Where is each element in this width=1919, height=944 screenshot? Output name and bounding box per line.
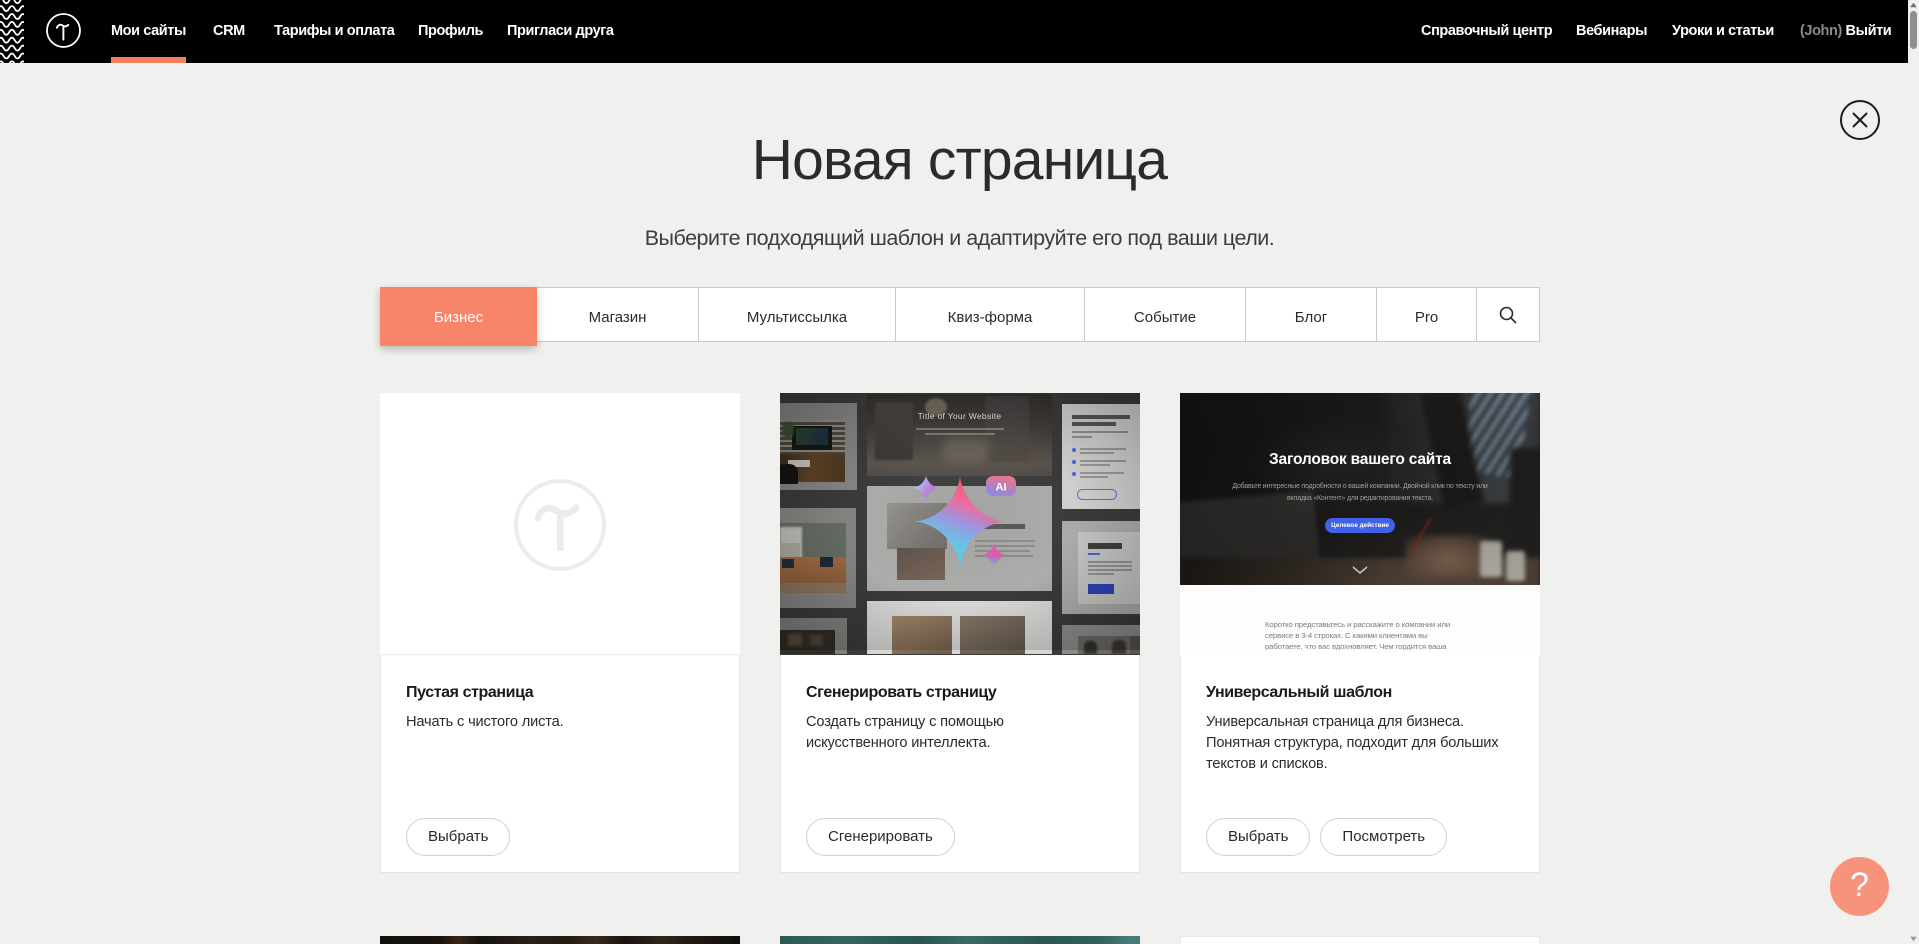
svg-text:AI: AI (996, 482, 1007, 494)
